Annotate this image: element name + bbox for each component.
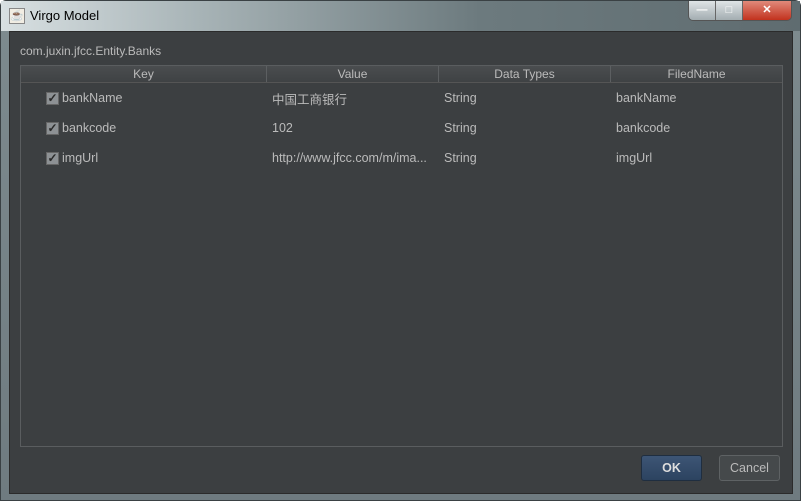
type-cell[interactable]: String [439,91,611,105]
fields-table: Key Value Data Types FiledName ✓ bankName… [20,65,783,447]
title-bar[interactable]: ☕ Virgo Model — □ ✕ [1,1,800,31]
key-cell: imgUrl [62,151,99,165]
table-row[interactable]: ✓ bankcode 102 String bankcode [21,113,782,143]
column-header-key[interactable]: Key [21,66,267,82]
type-cell[interactable]: String [439,121,611,135]
table-row[interactable]: ✓ bankName 中国工商银行 String bankName [21,83,782,113]
java-app-icon: ☕ [9,8,25,24]
field-cell[interactable]: bankName [611,91,782,105]
row-checkbox[interactable]: ✓ [46,121,59,135]
entity-class-label: com.juxin.jfcc.Entity.Banks [20,44,162,58]
value-cell[interactable]: 102 [267,121,439,135]
close-button[interactable]: ✕ [743,1,791,20]
value-cell[interactable]: 中国工商银行 [267,89,439,108]
column-header-filedname[interactable]: FiledName [611,66,782,82]
cancel-button[interactable]: Cancel [719,455,780,481]
table-header: Key Value Data Types FiledName [21,66,782,83]
dialog-window: ☕ Virgo Model — □ ✕ com.juxin.jfcc.Entit… [0,0,801,501]
dialog-content: com.juxin.jfcc.Entity.Banks Key Value Da… [9,31,793,494]
key-cell: bankName [62,91,123,105]
column-header-data-types[interactable]: Data Types [439,66,611,82]
maximize-button[interactable]: □ [716,1,743,20]
field-cell[interactable]: imgUrl [611,151,782,165]
table-row[interactable]: ✓ imgUrl http://www.jfcc.com/m/ima... Str… [21,143,782,173]
value-cell[interactable]: http://www.jfcc.com/m/ima... [267,151,439,165]
column-header-value[interactable]: Value [267,66,439,82]
row-checkbox[interactable]: ✓ [46,151,59,165]
minimize-button[interactable]: — [689,1,716,20]
key-cell: bankcode [62,121,117,135]
type-cell[interactable]: String [439,151,611,165]
window-title: Virgo Model [30,8,100,23]
row-checkbox[interactable]: ✓ [46,91,59,105]
field-cell[interactable]: bankcode [611,121,782,135]
ok-button[interactable]: OK [641,455,702,481]
